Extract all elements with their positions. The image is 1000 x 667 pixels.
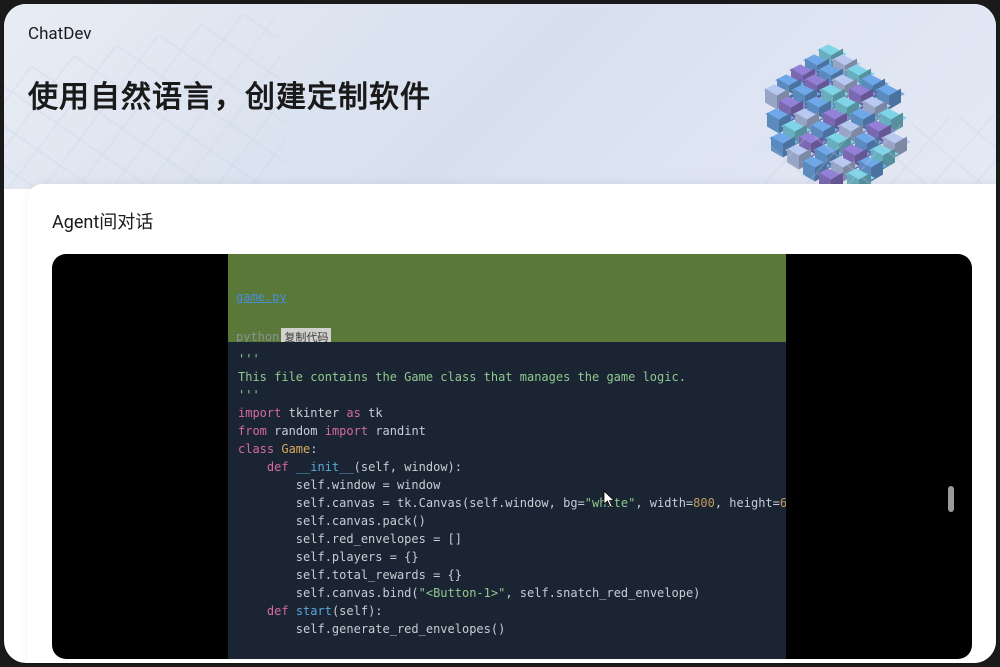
- code-text: as: [346, 406, 360, 420]
- code-text: def: [267, 460, 289, 474]
- code-text: self.generate_red_envelopes(): [296, 622, 506, 636]
- code-text: , self.snatch_red_envelope): [505, 586, 700, 600]
- code-text: This file contains the Game class that m…: [238, 370, 686, 384]
- code-text: self.canvas = tk.Canvas(self.window, bg=: [296, 496, 585, 510]
- code-text: class: [238, 442, 274, 456]
- code-text: ''': [238, 352, 260, 366]
- file-link[interactable]: game.py: [236, 290, 287, 304]
- page-headline: 使用自然语言，创建定制软件: [28, 72, 431, 116]
- code-text: 600: [780, 496, 786, 510]
- content-card: Agent间对话 game.py python 复制代码 ''' This fi…: [28, 184, 996, 663]
- code-text: (self, window):: [354, 460, 462, 474]
- code-text: self.red_envelopes = []: [296, 532, 462, 546]
- code-text: 800: [693, 496, 715, 510]
- code-text: def: [267, 604, 289, 618]
- code-text: start: [296, 604, 332, 618]
- code-text: __init__: [296, 460, 354, 474]
- scrollbar-thumb[interactable]: [948, 486, 954, 512]
- code-text: self.players = {}: [296, 550, 419, 564]
- code-text: (self):: [332, 604, 383, 618]
- code-text: ''': [238, 388, 260, 402]
- code-text: , height=: [715, 496, 780, 510]
- code-text: self.canvas.pack(): [296, 514, 426, 528]
- code-text: Game: [281, 442, 310, 456]
- code-text: from: [238, 424, 267, 438]
- code-text: tk: [368, 406, 382, 420]
- code-text: self.window = window: [296, 478, 441, 492]
- conversation-panel: game.py python 复制代码 ''' This file contai…: [52, 254, 972, 659]
- decorative-cubes: [756, 42, 926, 189]
- code-block[interactable]: ''' This file contains the Game class th…: [228, 342, 786, 659]
- code-text: "white": [585, 496, 636, 510]
- code-text: "<Button-1>": [419, 586, 506, 600]
- app-window: ChatDev 使用自然语言，创建定制软件 Agent间对话 game.py p…: [4, 4, 996, 663]
- code-text: , width=: [635, 496, 693, 510]
- code-text: self.total_rewards = {}: [296, 568, 462, 582]
- code-text: randint: [375, 424, 426, 438]
- code-text: random: [274, 424, 317, 438]
- code-text: import: [325, 424, 368, 438]
- code-text: import: [238, 406, 281, 420]
- brand-title: ChatDev: [28, 24, 92, 44]
- code-text: tkinter: [289, 406, 340, 420]
- code-text: self.canvas.bind(: [296, 586, 419, 600]
- section-title: Agent间对话: [52, 208, 153, 234]
